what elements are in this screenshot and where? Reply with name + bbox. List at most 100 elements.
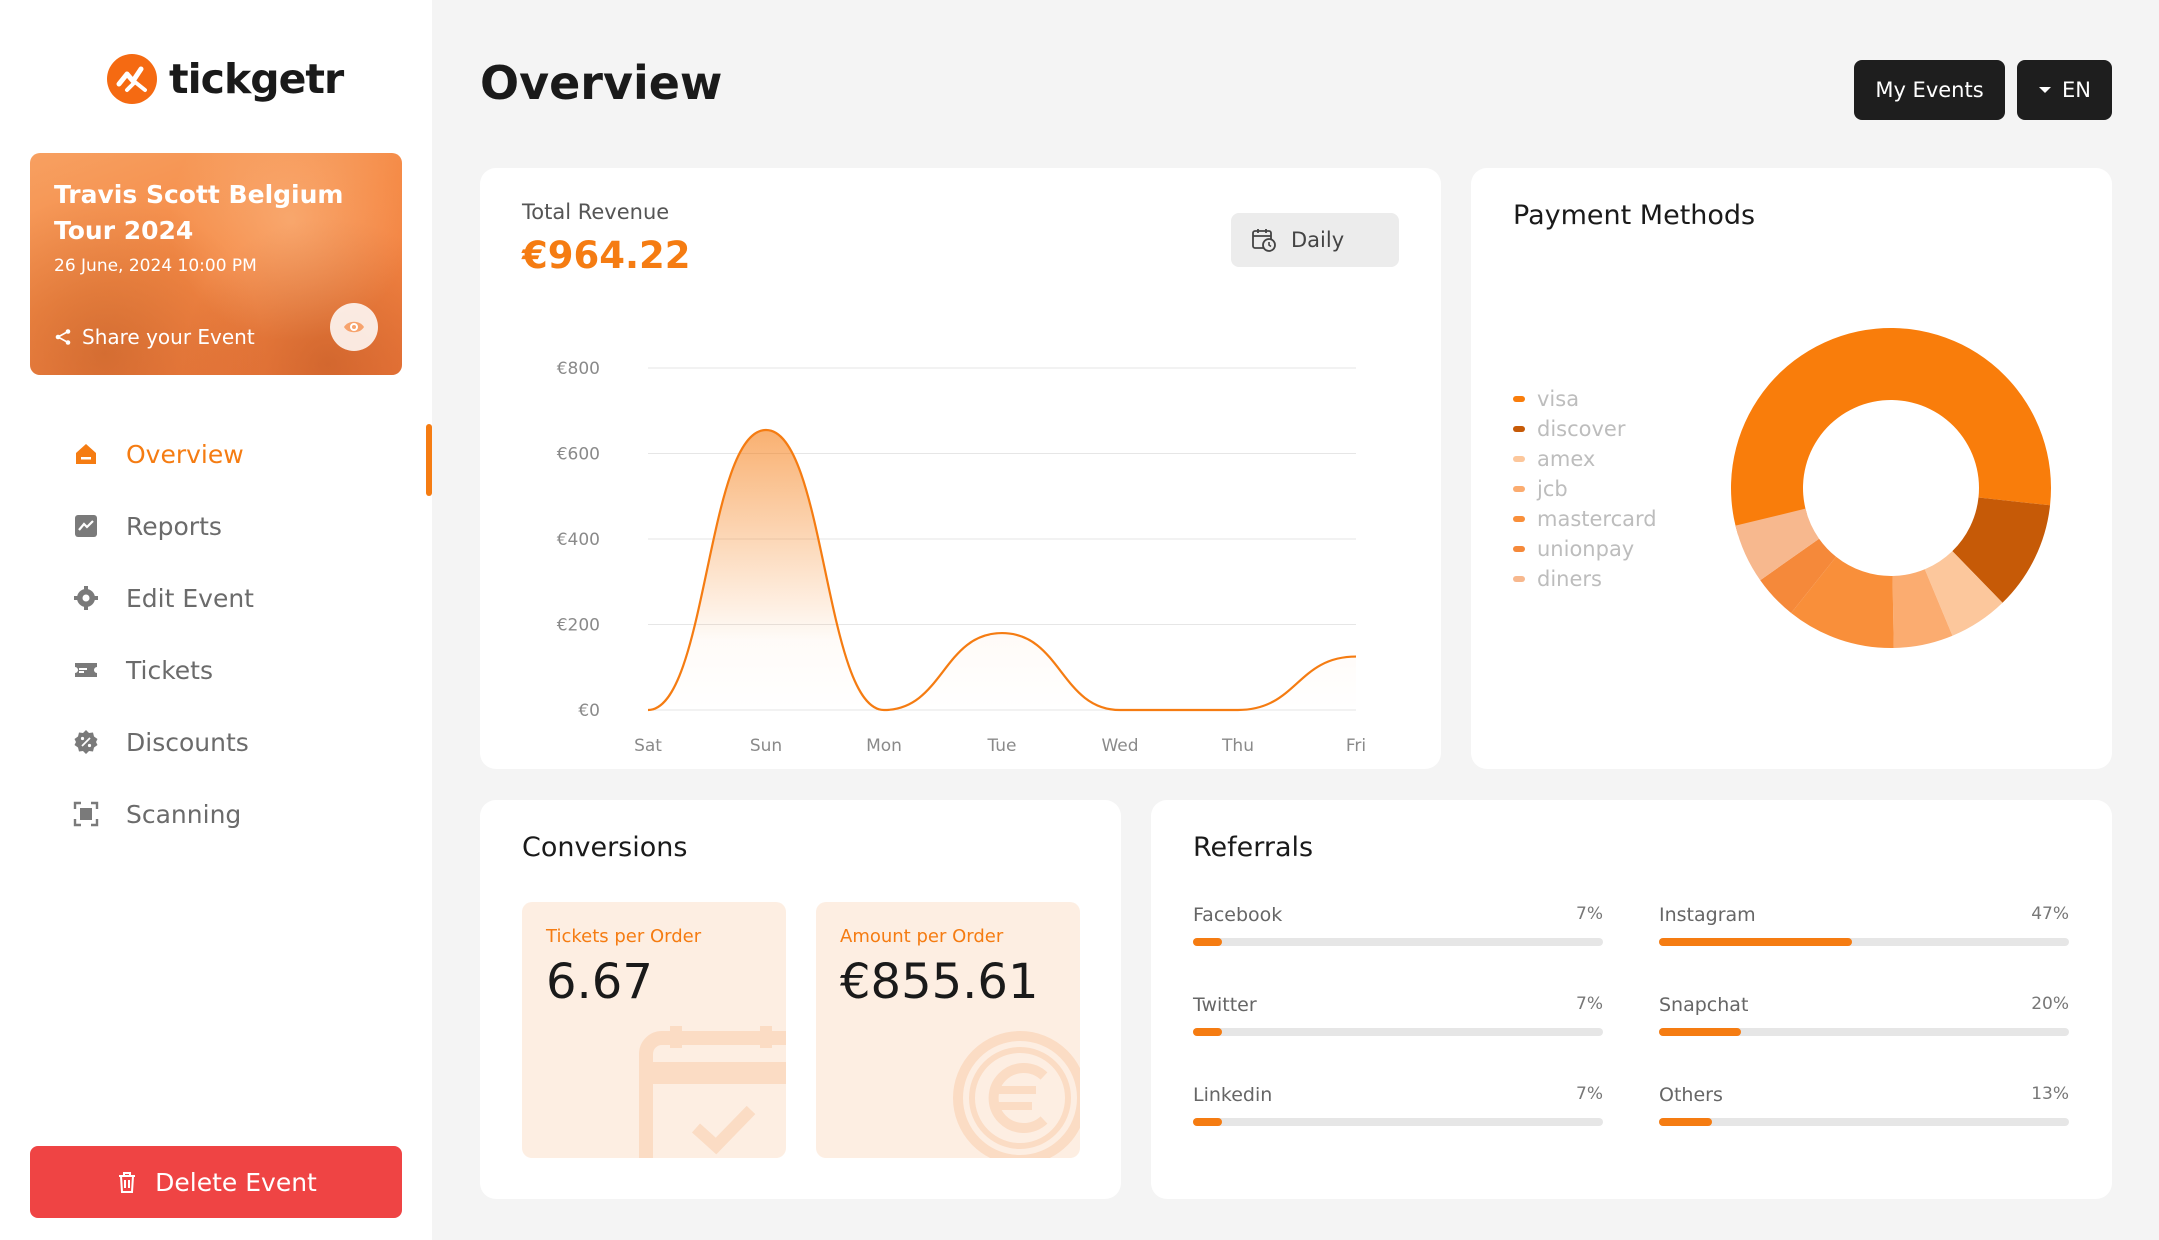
amount-per-order-label: Amount per Order xyxy=(840,926,1004,947)
y-tick-label: €200 xyxy=(557,616,600,636)
referral-name: Snapchat xyxy=(1659,994,1749,1016)
referral-percent: 7% xyxy=(1576,1084,1603,1104)
referral-header: Snapchat 20% xyxy=(1659,994,2069,1016)
sidebar-item-discounts[interactable]: Discounts xyxy=(0,706,432,778)
revenue-label: Total Revenue xyxy=(522,200,670,224)
legend-label: amex xyxy=(1537,447,1596,471)
sidebar-item-label: Edit Event xyxy=(126,583,254,613)
legend-swatch xyxy=(1513,426,1525,432)
home-icon xyxy=(72,440,100,468)
calendar-check-icon xyxy=(639,1026,786,1158)
payment-donut-chart xyxy=(1731,328,2051,648)
revenue-area-chart: €0 €200 €400 €600 €800 Sat Sun Mon Tue Wed Thu Fri xyxy=(557,359,1366,756)
legend-label: mastercard xyxy=(1537,507,1657,531)
sidebar-item-label: Overview xyxy=(126,439,244,469)
referral-progress-track xyxy=(1659,1028,2069,1036)
x-tick-label: Sat xyxy=(634,736,662,756)
delete-event-button[interactable]: Delete Event xyxy=(30,1146,402,1218)
referral-twitter: Twitter 7% xyxy=(1193,994,1603,1036)
sidebar-item-label: Scanning xyxy=(126,799,242,829)
x-tick-label: Mon xyxy=(866,736,902,756)
my-events-label: My Events xyxy=(1875,78,1984,102)
referral-header: Twitter 7% xyxy=(1193,994,1603,1016)
referral-others: Others 13% xyxy=(1659,1084,2069,1126)
legend-item-amex[interactable]: amex xyxy=(1513,444,1657,474)
legend-swatch xyxy=(1513,576,1525,582)
x-tick-label: Thu xyxy=(1221,736,1254,756)
scan-icon xyxy=(72,800,100,828)
legend-swatch xyxy=(1513,516,1525,522)
share-icon xyxy=(55,329,71,345)
legend-swatch xyxy=(1513,486,1525,492)
preview-event-button[interactable] xyxy=(330,303,378,351)
legend-label: jcb xyxy=(1537,477,1568,501)
discount-icon xyxy=(72,728,100,756)
referrals-card: Referrals Facebook 7% Instagram 47% Twitter 7… xyxy=(1151,800,2112,1199)
legend-swatch xyxy=(1513,546,1525,552)
conversions-title: Conversions xyxy=(522,832,688,863)
referral-name: Linkedin xyxy=(1193,1084,1273,1106)
sidebar-nav: Overview Reports Edit Event Tickets Disc… xyxy=(0,418,432,850)
referral-percent: 13% xyxy=(2031,1084,2069,1104)
language-label: EN xyxy=(2062,78,2091,102)
legend-swatch xyxy=(1513,396,1525,402)
tickets-per-order-tile: Tickets per Order 6.67 xyxy=(522,902,786,1158)
referral-snapchat: Snapchat 20% xyxy=(1659,994,2069,1036)
sidebar-item-label: Reports xyxy=(126,511,222,541)
language-selector[interactable]: EN xyxy=(2017,60,2112,120)
referral-linkedin: Linkedin 7% xyxy=(1193,1084,1603,1126)
revenue-area-fill xyxy=(648,429,1356,710)
page-title: Overview xyxy=(480,56,723,110)
legend-label: unionpay xyxy=(1537,537,1635,561)
conversions-card: Conversions Tickets per Order 6.67 Amoun… xyxy=(480,800,1121,1199)
legend-item-diners[interactable]: diners xyxy=(1513,564,1657,594)
referral-progress-fill xyxy=(1659,1118,1713,1126)
sidebar-item-edit-event[interactable]: Edit Event xyxy=(0,562,432,634)
delete-event-label: Delete Event xyxy=(155,1167,317,1197)
referral-instagram: Instagram 47% xyxy=(1659,904,2069,946)
sidebar-item-tickets[interactable]: Tickets xyxy=(0,634,432,706)
legend-label: diners xyxy=(1537,567,1602,591)
referral-progress-fill xyxy=(1659,1028,1741,1036)
referrals-title: Referrals xyxy=(1193,832,1314,863)
euro-coin-icon xyxy=(953,1031,1080,1158)
y-tick-label: €0 xyxy=(578,701,600,721)
y-tick-label: €800 xyxy=(557,359,600,379)
brand-name: tickgetr xyxy=(169,55,344,103)
x-tick-label: Sun xyxy=(750,736,782,756)
trash-icon xyxy=(119,1172,136,1193)
referral-name: Twitter xyxy=(1193,994,1257,1016)
gear-icon xyxy=(72,584,100,612)
sidebar-item-label: Tickets xyxy=(126,655,213,685)
legend-item-discover[interactable]: discover xyxy=(1513,414,1657,444)
brand-logo[interactable]: tickgetr xyxy=(107,54,344,104)
sidebar: tickgetr Travis Scott Belgium Tour 2024 … xyxy=(0,0,432,1240)
referral-progress-track xyxy=(1193,1118,1603,1126)
period-selector[interactable]: Daily xyxy=(1231,213,1399,267)
referral-percent: 20% xyxy=(2031,994,2069,1014)
referral-progress-fill xyxy=(1193,1118,1222,1126)
legend-item-jcb[interactable]: jcb xyxy=(1513,474,1657,504)
my-events-button[interactable]: My Events xyxy=(1854,60,2005,120)
legend-item-mastercard[interactable]: mastercard xyxy=(1513,504,1657,534)
share-event-link[interactable]: Share your Event xyxy=(54,325,255,349)
payment-methods-card: Payment Methods visa discover amex jcb maste… xyxy=(1471,168,2112,769)
sidebar-item-overview[interactable]: Overview xyxy=(0,418,432,496)
referral-progress-track xyxy=(1193,1028,1603,1036)
legend-item-visa[interactable]: visa xyxy=(1513,384,1657,414)
referral-header: Others 13% xyxy=(1659,1084,2069,1106)
legend-item-unionpay[interactable]: unionpay xyxy=(1513,534,1657,564)
event-card[interactable]: Travis Scott Belgium Tour 2024 26 June, … xyxy=(30,153,402,375)
sidebar-item-reports[interactable]: Reports xyxy=(0,490,432,562)
sidebar-item-label: Discounts xyxy=(126,727,249,757)
amount-per-order-value: €855.61 xyxy=(840,954,1039,1010)
share-event-label: Share your Event xyxy=(82,325,255,349)
amount-per-order-tile: Amount per Order €855.61 xyxy=(816,902,1080,1158)
chart-icon xyxy=(72,512,100,540)
eye-icon xyxy=(344,321,364,333)
period-label: Daily xyxy=(1291,228,1345,252)
referral-header: Linkedin 7% xyxy=(1193,1084,1603,1106)
referral-name: Instagram xyxy=(1659,904,1756,926)
sidebar-item-scanning[interactable]: Scanning xyxy=(0,778,432,850)
revenue-value: €964.22 xyxy=(522,234,691,277)
